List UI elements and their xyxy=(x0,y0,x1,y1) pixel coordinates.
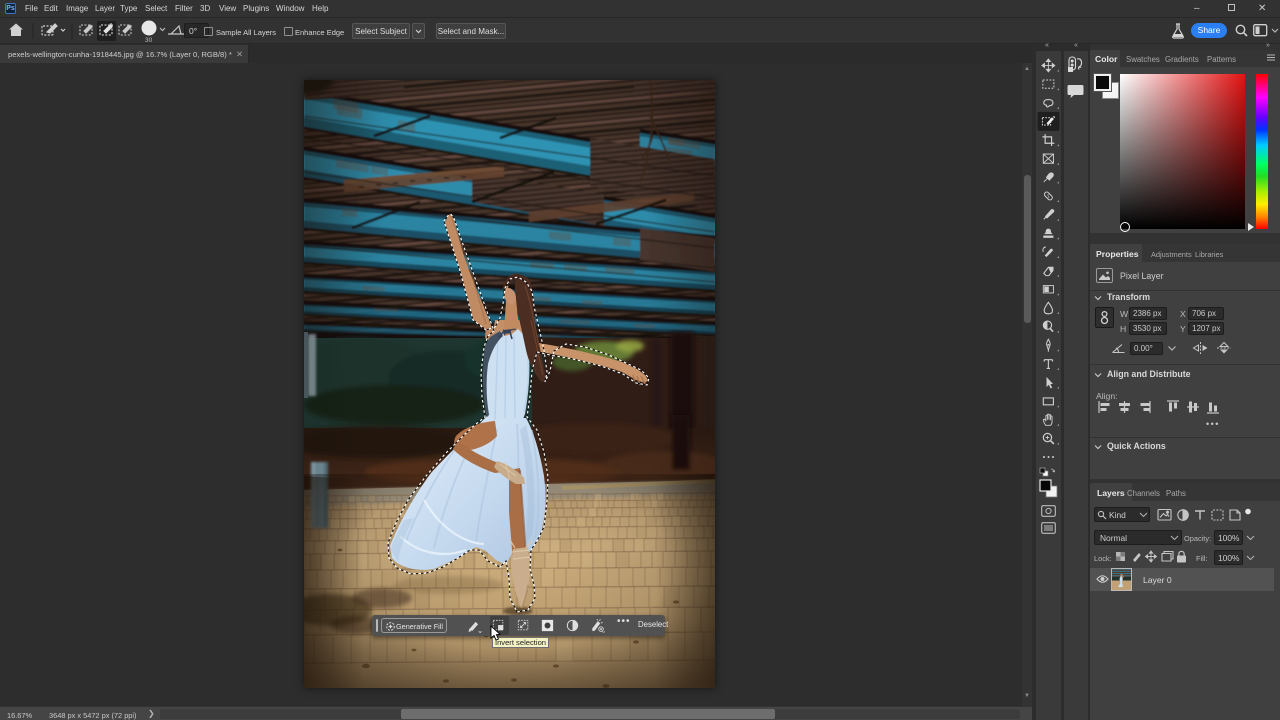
svg-text:30: 30 xyxy=(145,37,153,44)
